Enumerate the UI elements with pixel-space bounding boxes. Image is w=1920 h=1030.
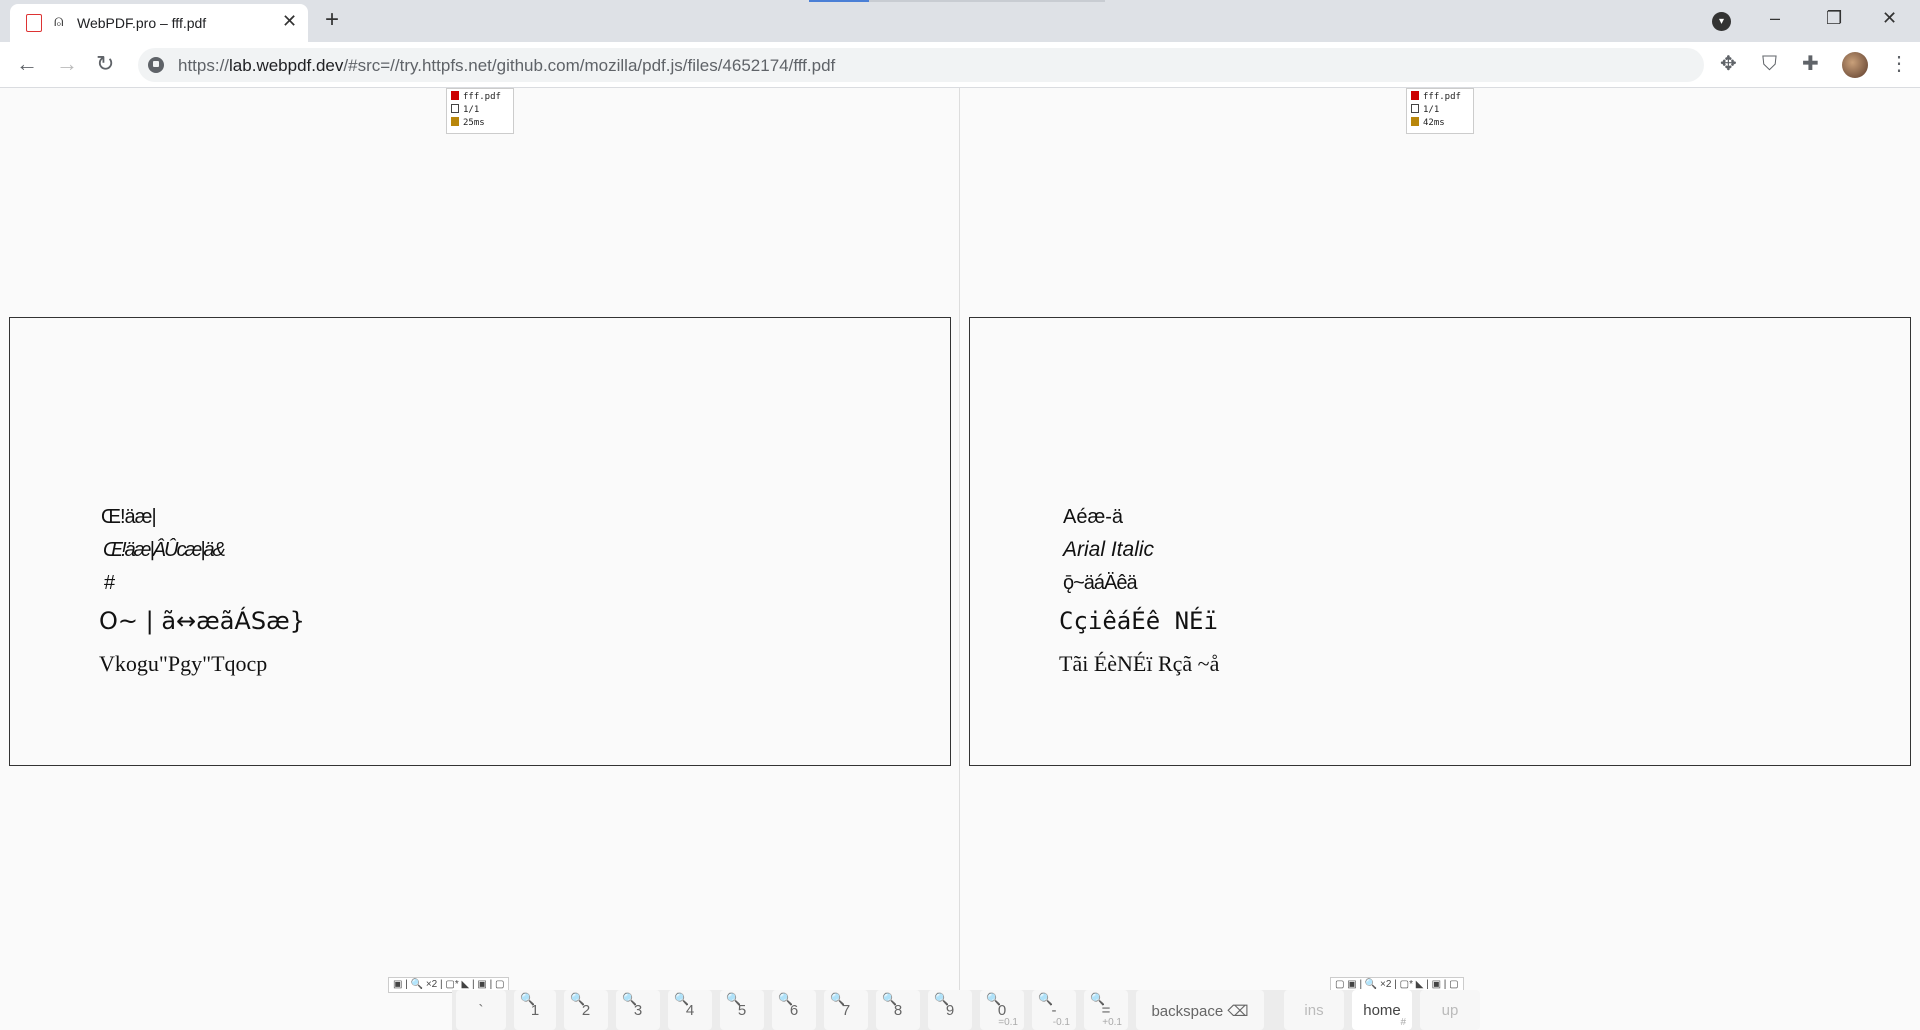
left-pdf-page[interactable]: Œ!äæ| Œ!äæ|ÂÛcæ|ä& # O~ | ã↔æãÁSæ} Vkogu… <box>9 317 951 766</box>
tab-title: WebPDF.pro – fff.pdf <box>77 15 207 31</box>
key-13[interactable]: 🔍 = +0.1 <box>1084 990 1128 1030</box>
right-line-2: Arial Italic <box>1063 538 1155 561</box>
tab-close-icon[interactable]: ✕ <box>282 12 297 30</box>
tab-strip: ⍝ WebPDF.pro – fff.pdf ✕ + ▾ – ❐ ✕ <box>0 0 1920 42</box>
key-label: 2 <box>581 1002 591 1019</box>
key-3[interactable]: 🔍 2 <box>564 990 608 1030</box>
minimize-button[interactable]: – <box>1770 8 1780 29</box>
key-14[interactable]: backspace ⌫ <box>1136 990 1264 1030</box>
pdf-favicon-icon <box>26 14 42 32</box>
tab-loading-indicator <box>809 0 869 2</box>
key-5[interactable]: 🔍 4 <box>668 990 712 1030</box>
key-1[interactable]: ` <box>456 990 506 1030</box>
left-file-name: fff.pdf <box>463 92 501 102</box>
page-icon <box>1411 104 1419 113</box>
right-render-time: 42ms <box>1423 118 1445 128</box>
left-line-5: Vkogu"Pgy"Tqocp <box>99 651 268 676</box>
page-icon <box>451 104 459 113</box>
key-11[interactable]: 🔍 0 =0.1 <box>980 990 1024 1030</box>
left-line-2: Œ!äæ|ÂÛcæ|ä& <box>103 539 226 561</box>
key-label: 5 <box>737 1002 747 1019</box>
key-label: ins <box>1304 1002 1324 1019</box>
reload-button[interactable]: ↻ <box>96 52 114 76</box>
key-8[interactable]: 🔍 7 <box>824 990 868 1030</box>
key-label: 7 <box>841 1002 851 1019</box>
right-page-count: 1/1 <box>1423 105 1440 115</box>
split-divider[interactable] <box>959 88 960 993</box>
key-sublabel: +0.1 <box>1102 1017 1122 1028</box>
close-window-button[interactable]: ✕ <box>1882 8 1897 29</box>
key-15[interactable]: ins <box>1284 990 1344 1030</box>
left-render-time: 25ms <box>463 118 485 128</box>
right-line-4: CçiêáÉê NÉï <box>1059 607 1218 635</box>
key-12[interactable]: 🔍 - -0.1 <box>1032 990 1076 1030</box>
key-6[interactable]: 🔍 5 <box>720 990 764 1030</box>
key-16[interactable]: home # <box>1352 990 1412 1030</box>
hourglass-icon <box>1411 117 1419 126</box>
pdf-viewer: fff.pdf 1/1 25ms fff.pdf 1/1 42ms Œ!äæ| … <box>0 88 1920 1030</box>
pdf-file-icon <box>451 91 459 100</box>
new-tab-button[interactable]: + <box>325 8 339 32</box>
puzzle-icon[interactable]: ✚ <box>1802 54 1819 74</box>
key-sublabel: -0.1 <box>1052 1017 1070 1028</box>
right-info-box: fff.pdf 1/1 42ms <box>1406 88 1474 134</box>
key-label: 8 <box>893 1002 903 1019</box>
shield-icon[interactable]: ⛉ <box>1762 54 1777 74</box>
right-line-5: Tãi ÉèNÉï Rçã ~å <box>1059 651 1220 676</box>
key-9[interactable]: 🔍 8 <box>876 990 920 1030</box>
back-button[interactable]: ← <box>16 52 38 76</box>
key-label: 4 <box>685 1002 695 1019</box>
right-file-name: fff.pdf <box>1423 92 1461 102</box>
active-tab[interactable]: ⍝ WebPDF.pro – fff.pdf ✕ <box>10 4 308 42</box>
key-label: 1 <box>530 1002 540 1019</box>
left-line-4: O~ | ã↔æãÁSæ} <box>99 607 305 635</box>
url-path: /#src=//try.httpfs.net/github.com/mozill… <box>343 56 836 75</box>
right-line-1: Aéæ-ä <box>1063 506 1124 528</box>
url-host: lab.webpdf.dev <box>229 56 344 75</box>
left-line-1: Œ!äæ| <box>101 506 157 528</box>
left-page-count: 1/1 <box>463 105 480 115</box>
maximize-button[interactable]: ❐ <box>1826 8 1842 29</box>
browser-toolbar: ← → ↻ https://lab.webpdf.dev/#src=//try.… <box>0 42 1920 88</box>
hourglass-icon <box>451 117 459 126</box>
key-label: 6 <box>789 1002 799 1019</box>
key-sublabel: =0.1 <box>998 1017 1018 1028</box>
menu-icon[interactable]: ⋮ <box>1889 52 1909 76</box>
key-sublabel: # <box>1400 1017 1406 1028</box>
move-icon[interactable]: ✥ <box>1720 54 1737 74</box>
url-scheme: https:// <box>178 56 230 75</box>
url-text[interactable]: https://lab.webpdf.dev/#src=//try.httpfs… <box>178 56 835 76</box>
left-info-box: fff.pdf 1/1 25ms <box>446 88 514 134</box>
keyboard-shortcut-bar: ` 🔍 1 🔍 2 🔍 3 🔍 4 🔍 5 🔍 6 🔍 7 🔍 8 🔍 9 🔍 0 =0.1 🔍 - -0.1 🔍 = +0.1 bac… <box>452 990 1480 1030</box>
avatar[interactable] <box>1842 52 1868 78</box>
key-10[interactable]: 🔍 9 <box>928 990 972 1030</box>
key-17[interactable]: up <box>1420 990 1480 1030</box>
tab-search-button[interactable]: ▾ <box>1712 12 1731 31</box>
site-info-icon[interactable] <box>148 57 164 73</box>
acrobat-icon: ⍝ <box>54 13 64 30</box>
forward-button[interactable]: → <box>56 52 78 76</box>
key-label: ` <box>478 1002 484 1019</box>
right-line-3: ǭ~äáÄêä <box>1063 572 1138 594</box>
left-line-3: # <box>104 572 116 594</box>
right-pdf-page[interactable]: Aéæ-ä Arial Italic ǭ~äáÄêä CçiêáÉê NÉï T… <box>969 317 1911 766</box>
key-label: backspace ⌫ <box>1151 1003 1249 1020</box>
key-label: 9 <box>945 1002 955 1019</box>
key-label: 3 <box>633 1002 643 1019</box>
key-7[interactable]: 🔍 6 <box>772 990 816 1030</box>
key-2[interactable]: 🔍 1 <box>514 990 556 1030</box>
key-4[interactable]: 🔍 3 <box>616 990 660 1030</box>
tab-loading-track <box>869 0 1105 2</box>
address-bar[interactable]: https://lab.webpdf.dev/#src=//try.httpfs… <box>138 48 1704 82</box>
pdf-file-icon <box>1411 91 1419 100</box>
key-label: up <box>1441 1002 1459 1019</box>
